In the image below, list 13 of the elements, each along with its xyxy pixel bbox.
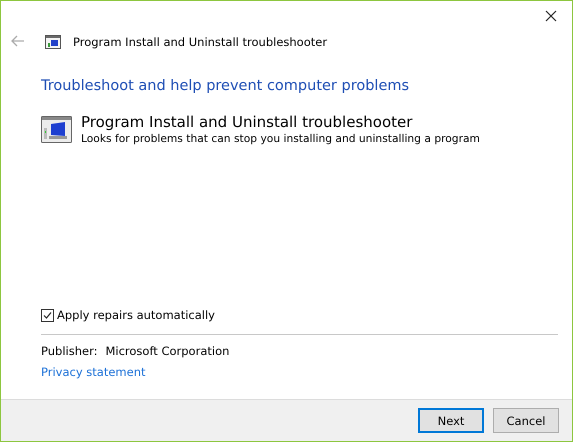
window-title: Program Install and Uninstall troubleshooter xyxy=(73,35,328,49)
privacy-statement-link[interactable]: Privacy statement xyxy=(41,365,146,379)
computer-icon xyxy=(41,116,72,143)
cancel-button[interactable]: Cancel xyxy=(493,408,559,433)
apply-repairs-label: Apply repairs automatically xyxy=(57,308,215,322)
page-heading: Troubleshoot and help prevent computer problems xyxy=(41,78,410,94)
troubleshooter-description: Looks for problems that can stop you installing and uninstalling a program xyxy=(81,132,480,145)
next-button[interactable]: Next xyxy=(418,408,484,433)
publisher-value: Microsoft Corporation xyxy=(105,344,230,358)
apply-repairs-checkbox[interactable] xyxy=(41,308,54,322)
troubleshooter-icon xyxy=(45,35,61,49)
troubleshooter-title: Program Install and Uninstall troubleshooter xyxy=(81,113,414,131)
publisher-label: Publisher: xyxy=(41,344,98,358)
